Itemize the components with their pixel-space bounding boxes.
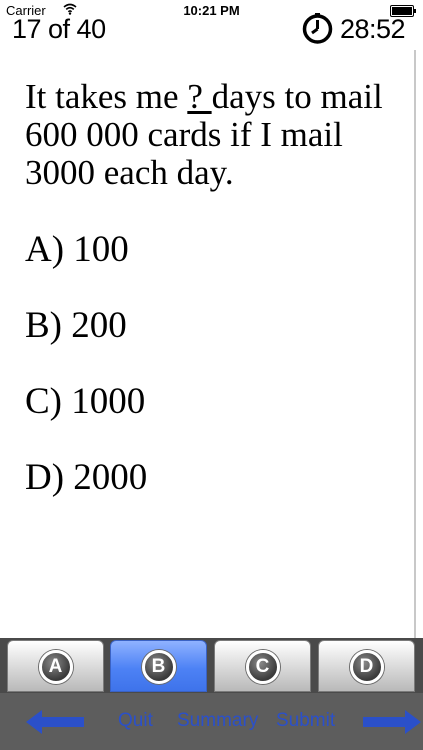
bottom-nav: Quit Summary Submit	[0, 693, 423, 750]
question-text-start: It takes me	[25, 77, 188, 116]
choice-b-button[interactable]: B	[110, 640, 207, 692]
scroll-divider	[414, 50, 416, 640]
stopwatch-icon	[302, 13, 333, 44]
countdown-timer: 28:52	[340, 14, 406, 44]
arrow-right-icon[interactable]	[361, 710, 421, 734]
choice-d-button[interactable]: D	[318, 640, 415, 692]
answer-option-a: A) 100	[25, 229, 129, 270]
choice-c-badge: C	[245, 650, 280, 684]
answer-option-d: D) 2000	[25, 457, 148, 498]
arrow-left-icon[interactable]	[26, 710, 86, 734]
submit-button[interactable]: Submit	[276, 710, 335, 732]
answer-button-bar: A B C D	[0, 638, 423, 693]
choice-d-badge: D	[349, 650, 384, 684]
question-text: It takes me ? days to mail 600 000 cards…	[25, 78, 410, 192]
choice-b-badge: B	[141, 650, 176, 684]
answer-option-c: C) 1000	[25, 381, 146, 422]
choice-a-badge: A	[38, 650, 73, 684]
answer-option-b: B) 200	[25, 305, 127, 346]
question-blank: ?	[187, 77, 212, 116]
choice-c-button[interactable]: C	[214, 640, 311, 692]
choice-a-button[interactable]: A	[7, 640, 104, 692]
question-progress: 17 of 40	[12, 14, 106, 44]
quit-button[interactable]: Quit	[118, 710, 153, 732]
summary-button[interactable]: Summary	[177, 710, 258, 732]
